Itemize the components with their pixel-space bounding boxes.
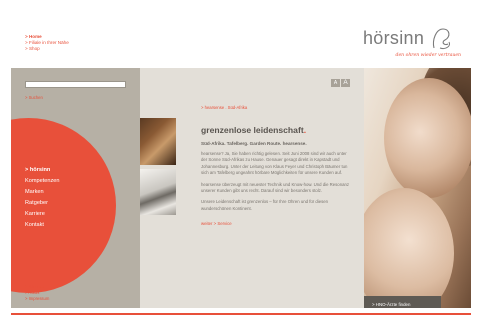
article: grenzenlose leidenschaft. Süd-Afrika. Ta… [201,125,351,230]
main-nav-item-ratgeber[interactable]: Ratgeber [25,198,60,209]
top-nav-shop-link[interactable]: > Shop [25,46,69,52]
font-large-button[interactable]: A [341,79,350,87]
sidebar: > Suchen > hörsinn Kompetenzen Marken Ra… [11,68,140,308]
main-nav-item-marken[interactable]: Marken [25,187,60,198]
logo-tagline: den ohren wieder vertrauen [395,53,462,58]
page-title-text: grenzenlose leidenschaft [201,125,304,135]
hero-face-shape [384,78,471,198]
find-ent-doctors-button[interactable]: > HNO-Ärzte finden [364,296,441,308]
logo[interactable]: hörsinn den ohren wieder vertrauen [363,28,463,68]
article-paragraph: Unsere Leidenschaft ist grenzenlos – für… [201,199,329,211]
thumbnail-photo-landscape [140,118,176,165]
search-input[interactable] [25,81,126,88]
more-service-link[interactable]: weiter > Service [201,221,232,226]
footer-nav: > Sitemap > AGBs > Impressum [25,284,49,301]
search-link[interactable]: > Suchen [25,95,43,100]
hero-photo: > HNO-Ärzte finden [364,68,471,308]
top-nav: > Home > Filiale in Ihrer Nähe > Shop [25,34,69,53]
main-nav: > hörsinn Kompetenzen Marken Ratgeber Ka… [25,165,60,231]
breadcrumb[interactable]: > hearsense . Süd-Afrika [201,105,247,110]
main-nav-item-kompetenzen[interactable]: Kompetenzen [25,176,60,187]
font-small-button[interactable]: A [331,79,340,87]
article-paragraph: hearsense? Ja, Sie haben richtig gelesen… [201,151,348,176]
impressum-link[interactable]: > Impressum [25,296,49,302]
footer-divider [11,313,471,315]
header: > Home > Filiale in Ihrer Nähe > Shop hö… [11,10,471,68]
article-lead: Süd-Afrika. Tafelberg. Garden Route. hea… [201,141,307,146]
main-nav-item-hoersinn[interactable]: > hörsinn [25,165,60,176]
article-paragraph: hearsense überzeugt mit neuester Technik… [201,181,350,194]
page-title-dot: . [303,125,307,135]
content-panel: AA > hearsense . Süd-Afrika grenzenlose … [140,68,364,308]
page: > Home > Filiale in Ihrer Nähe > Shop hö… [11,10,471,316]
logo-wordmark: hörsinn [363,28,425,48]
logo-ear-icon [432,28,450,49]
main-nav-item-kontakt[interactable]: Kontakt [25,220,60,231]
page-title: grenzenlose leidenschaft. [201,125,351,135]
thumbnail-photo-coast [140,169,176,215]
font-size-controls: AA [330,71,350,89]
main-nav-item-karriere[interactable]: Karriere [25,209,60,220]
